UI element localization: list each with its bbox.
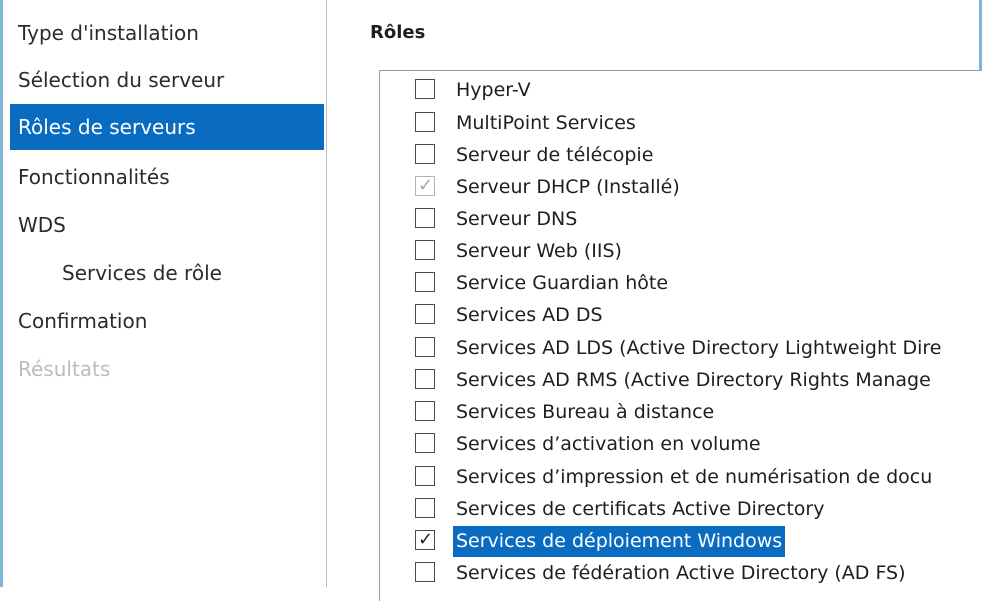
role-label: Serveur de télécopie: [456, 144, 654, 166]
nav-item-selection-serveur[interactable]: Sélection du serveur: [10, 57, 324, 103]
role-label: Service Guardian hôte: [456, 272, 669, 294]
role-item-serveur-dns[interactable]: Serveur DNS: [380, 204, 982, 235]
role-item-services-federation-ad-fs[interactable]: Services de fédération Active Directory …: [380, 558, 982, 589]
checkbox[interactable]: [415, 208, 435, 228]
role-item-services-ad-rms[interactable]: Services AD RMS (Active Directory Rights…: [380, 365, 982, 396]
roles-list[interactable]: Hyper-V MultiPoint Services Serveur de t…: [379, 70, 982, 601]
checkbox[interactable]: [415, 144, 435, 164]
checkbox[interactable]: [415, 498, 435, 518]
role-label: Services d’activation en volume: [456, 433, 761, 455]
nav-item-roles-serveurs[interactable]: Rôles de serveurs: [10, 104, 324, 150]
checkbox[interactable]: [415, 79, 435, 99]
nav-item-fonctionnalites[interactable]: Fonctionnalités: [10, 154, 324, 200]
role-label: Services de déploiement Windows: [453, 526, 786, 557]
wizard-navigation: Type d'installation Sélection du serveur…: [3, 0, 324, 587]
role-item-serveur-dhcp: ✓ Serveur DHCP (Installé): [380, 172, 982, 203]
role-label: Services AD DS: [456, 304, 603, 326]
checkbox[interactable]: [415, 304, 435, 324]
role-item-multipoint-services[interactable]: MultiPoint Services: [380, 108, 982, 139]
role-item-services-impression[interactable]: Services d’impression et de numérisation…: [380, 462, 982, 493]
role-label: Services de fédération Active Directory …: [456, 562, 906, 584]
nav-item-wds[interactable]: WDS: [10, 202, 324, 248]
nav-item-services-de-role[interactable]: Services de rôle: [10, 250, 324, 296]
checkbox-checked[interactable]: ✓: [415, 529, 435, 550]
main-content: Rôles Hyper-V MultiPoint Services Serveu…: [327, 0, 982, 601]
role-item-services-activation-volume[interactable]: Services d’activation en volume: [380, 429, 982, 460]
role-item-services-certificats[interactable]: Services de certificats Active Directory: [380, 494, 982, 525]
checkbox[interactable]: [415, 240, 435, 260]
checkbox[interactable]: [415, 272, 435, 292]
roles-heading: Rôles: [370, 22, 426, 43]
role-item-serveur-telecopie[interactable]: Serveur de télécopie: [380, 140, 982, 171]
check-icon: ✓: [418, 175, 434, 196]
role-label: Services AD RMS (Active Directory Rights…: [456, 369, 931, 391]
role-label: Serveur DNS: [456, 208, 578, 230]
checkbox[interactable]: [415, 433, 435, 453]
role-label: Services d’impression et de numérisation…: [456, 466, 933, 488]
nav-item-resultats: Résultats: [18, 357, 111, 381]
role-label: MultiPoint Services: [456, 112, 636, 134]
role-item-services-ad-lds[interactable]: Services AD LDS (Active Directory Lightw…: [380, 333, 982, 364]
role-label: Services Bureau à distance: [456, 401, 715, 423]
role-label: Services AD LDS (Active Directory Lightw…: [456, 337, 942, 359]
nav-item-confirmation[interactable]: Confirmation: [10, 298, 324, 344]
checkbox[interactable]: [415, 466, 435, 486]
checkbox[interactable]: [415, 401, 435, 421]
role-label: Serveur DHCP (Installé): [456, 176, 680, 198]
role-item-serveur-web-iis[interactable]: Serveur Web (IIS): [380, 236, 982, 267]
checkbox[interactable]: [415, 562, 435, 582]
checkbox[interactable]: [415, 112, 435, 132]
role-label: Serveur Web (IIS): [456, 240, 622, 262]
role-label: Hyper-V: [456, 79, 531, 101]
checkbox-disabled: ✓: [415, 175, 435, 196]
role-item-service-guardian-hote[interactable]: Service Guardian hôte: [380, 268, 982, 299]
nav-item-type-installation[interactable]: Type d'installation: [10, 10, 324, 56]
role-label: Services de certificats Active Directory: [456, 498, 825, 520]
checkbox[interactable]: [415, 337, 435, 357]
role-item-services-bureau-distance[interactable]: Services Bureau à distance: [380, 397, 982, 428]
role-item-services-deploiement-windows[interactable]: ✓ Services de déploiement Windows: [380, 526, 982, 557]
check-icon: ✓: [418, 529, 434, 550]
checkbox[interactable]: [415, 369, 435, 389]
role-item-services-ad-ds[interactable]: Services AD DS: [380, 300, 982, 331]
role-item-hyper-v[interactable]: Hyper-V: [380, 75, 982, 106]
